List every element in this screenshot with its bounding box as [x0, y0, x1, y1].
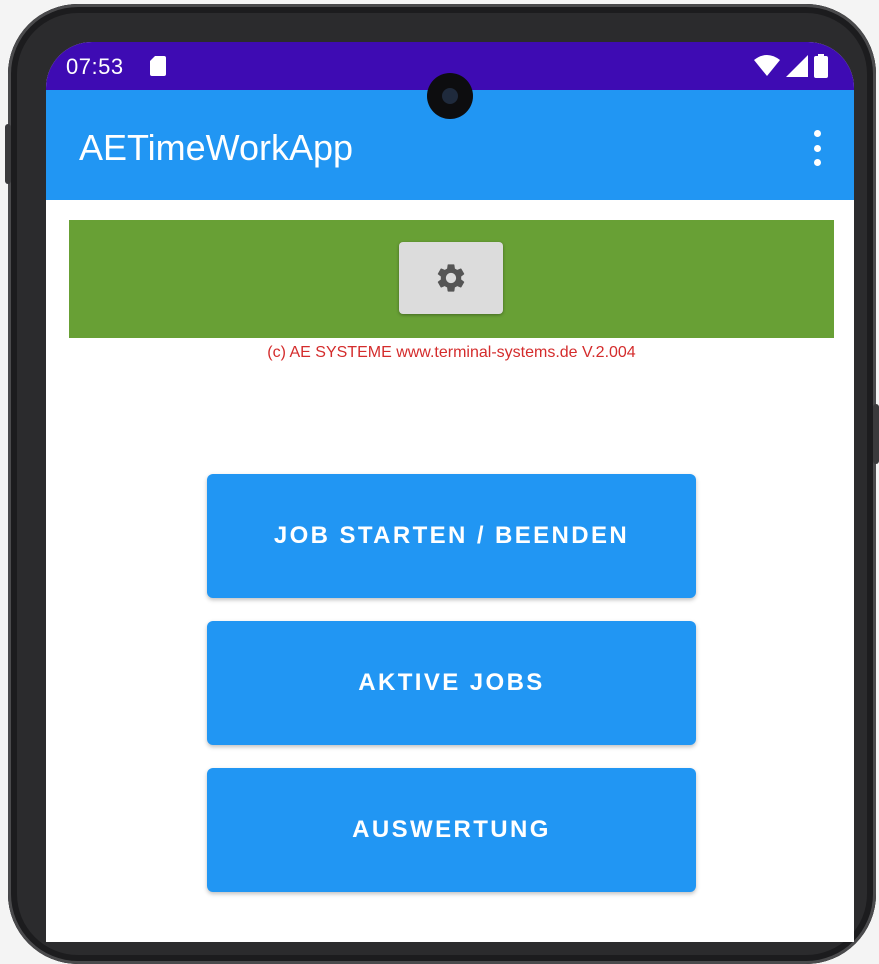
frame-side-button	[5, 124, 11, 184]
copyright-text: (c) AE SYSTEME www.terminal-systems.de V…	[267, 344, 636, 361]
gear-icon	[437, 264, 465, 292]
status-time: 07:53	[66, 54, 124, 79]
signal-icon	[786, 55, 808, 77]
battery-icon	[814, 54, 828, 78]
active-jobs-button[interactable]: AKTIVE JOBS	[207, 621, 696, 745]
wifi-icon	[754, 55, 780, 76]
job-start-stop-button[interactable]: JOB STARTEN / BEENDEN	[207, 474, 696, 598]
screen: 07:53 AETimeWorkApp (c) AE SYSTEME www.t…	[46, 42, 854, 942]
evaluation-button[interactable]: AUSWERTUNG	[207, 768, 696, 892]
app-title: AETimeWorkApp	[79, 127, 354, 168]
phone-frame: 07:53 AETimeWorkApp (c) AE SYSTEME www.t…	[5, 4, 879, 964]
header-panel	[69, 220, 834, 338]
more-vert-icon[interactable]	[802, 128, 832, 168]
frame-side-button	[873, 404, 879, 464]
status-icons	[754, 54, 828, 78]
sd-card-icon	[150, 56, 166, 76]
front-camera	[427, 73, 473, 119]
settings-button[interactable]	[399, 242, 503, 314]
